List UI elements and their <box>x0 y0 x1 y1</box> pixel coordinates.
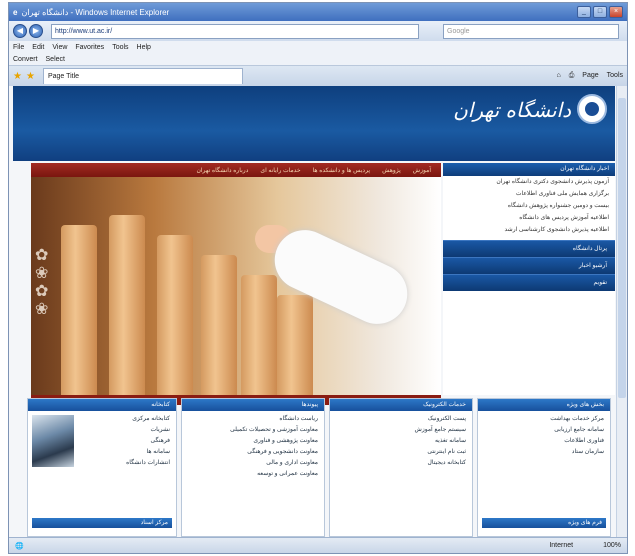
url-field[interactable]: http://www.ut.ac.ir/ <box>51 23 419 39</box>
nav-item-computer[interactable]: خدمات رایانه ای <box>260 167 300 174</box>
website: دانشگاه تهران درباره دانشگاه تهران خدمات… <box>13 86 615 537</box>
list-item[interactable]: معاونت پژوهشی و فناوری <box>188 436 318 447</box>
close-button[interactable]: × <box>609 6 623 18</box>
minimize-button[interactable]: _ <box>577 6 591 18</box>
list-item[interactable]: معاونت دانشجویی و فرهنگی <box>188 447 318 458</box>
list-item[interactable]: فناوری اطلاعات <box>484 436 604 447</box>
globe-icon: 🌐 <box>15 542 24 550</box>
news-title: اخبار دانشگاه تهران <box>443 163 615 176</box>
university-name: دانشگاه تهران <box>453 98 571 122</box>
window-title: دانشگاه تهران - Windows Internet Explore… <box>21 7 170 17</box>
status-bar: 🌐 Internet 100% <box>9 537 627 553</box>
list-item[interactable]: نشریات <box>80 425 170 436</box>
forward-icon[interactable]: ▶ <box>29 24 43 38</box>
page-content: دانشگاه تهران درباره دانشگاه تهران خدمات… <box>9 86 627 537</box>
archive-link[interactable]: آرشیو اخبار <box>443 257 615 274</box>
maximize-button[interactable]: □ <box>593 6 607 18</box>
search-field[interactable]: Google <box>443 23 619 39</box>
news-item[interactable]: اطلاعیه آموزش پردیس های دانشگاه <box>449 214 609 222</box>
menu-bar: File Edit View Favorites Tools Help <box>9 41 627 53</box>
panel-links: پیوندها ریاست دانشگاه معاونت آموزشی و تح… <box>181 398 325 537</box>
menu-favorites[interactable]: Favorites <box>75 44 104 51</box>
title-bar: e دانشگاه تهران - Windows Internet Explo… <box>9 3 627 21</box>
favorites-star-icon[interactable]: ★ <box>13 71 22 82</box>
panel-list: ریاست دانشگاه معاونت آموزشی و تحصیلات تک… <box>182 411 324 483</box>
nav-item-research[interactable]: پژوهش <box>382 167 401 174</box>
list-item[interactable]: معاونت آموزشی و تحصیلات تکمیلی <box>188 425 318 436</box>
list-item[interactable]: سامانه جامع ارزیابی <box>484 425 604 436</box>
list-item[interactable]: سیستم جامع آموزش <box>336 425 466 436</box>
calendar-link[interactable]: تقویم <box>443 274 615 291</box>
menu-view[interactable]: View <box>52 44 67 51</box>
menu-file[interactable]: File <box>13 44 24 51</box>
list-item[interactable]: معاونت عمرانی و توسعه <box>188 469 318 480</box>
list-item[interactable]: سازمان ستاد <box>484 447 604 458</box>
panel-title: پیوندها <box>182 399 324 411</box>
list-item[interactable]: انتشارات دانشگاه <box>80 458 170 469</box>
news-column: اخبار دانشگاه تهران آزمون پذیرش دانشجوی … <box>443 163 615 395</box>
tab-label: Page Title <box>47 73 80 80</box>
main-nav: درباره دانشگاه تهران خدمات رایانه ای پرد… <box>31 163 441 177</box>
zoom-level[interactable]: 100% <box>603 542 621 549</box>
command-bar: ⌂ ⎙ Page Tools <box>548 72 623 80</box>
panel-footer-link[interactable]: فرم های ویژه <box>482 518 606 528</box>
panel-library: کتابخانه کتابخانه مرکزی نشریات فرهنگی سا… <box>27 398 177 537</box>
decorative-ornament-icon: ✿ ❀ ✿ ❀ <box>35 247 49 318</box>
tab-bar: ★ ★ Page Title ⌂ ⎙ Page Tools <box>9 66 627 87</box>
university-logo-icon[interactable] <box>577 94 607 124</box>
news-item[interactable]: بیست و دومین جشنواره پژوهش دانشگاه <box>449 202 609 210</box>
add-favorite-icon[interactable]: ★ <box>26 71 35 82</box>
panel-eservices: خدمات الکترونیک پست الکترونیک سیستم جامع… <box>329 398 473 537</box>
browser-window: e دانشگاه تهران - Windows Internet Explo… <box>8 2 628 554</box>
back-icon[interactable]: ◀ <box>13 24 27 38</box>
news-item[interactable]: آزمون پذیرش دانشجوی دکتری دانشگاه تهران <box>449 178 609 186</box>
tab-current[interactable]: Page Title <box>42 68 243 84</box>
list-item[interactable]: فرهنگی <box>80 436 170 447</box>
panel-title: کتابخانه <box>28 399 176 411</box>
list-item[interactable]: کتابخانه دیجیتال <box>336 458 466 469</box>
site-header: دانشگاه تهران <box>13 86 615 161</box>
panel-special: بخش های ویژه مرکز خدمات بهداشت سامانه جا… <box>477 398 611 537</box>
menu-tools[interactable]: Tools <box>112 44 128 51</box>
links-bar: Convert Select <box>9 53 627 66</box>
list-item[interactable]: کتابخانه مرکزی <box>80 414 170 425</box>
address-bar: ◀ ▶ http://www.ut.ac.ir/ Google <box>9 21 627 41</box>
bottom-panels: کتابخانه کتابخانه مرکزی نشریات فرهنگی سا… <box>27 398 615 537</box>
list-item[interactable]: مرکز خدمات بهداشت <box>484 414 604 425</box>
select-button[interactable]: Select <box>46 56 65 63</box>
print-icon[interactable]: ⎙ <box>569 72 575 80</box>
url-text: http://www.ut.ac.ir/ <box>55 27 113 35</box>
nav-item-about[interactable]: درباره دانشگاه تهران <box>196 167 248 174</box>
vertical-scrollbar[interactable] <box>616 86 627 537</box>
home-icon[interactable]: ⌂ <box>556 72 560 80</box>
list-item[interactable]: ریاست دانشگاه <box>188 414 318 425</box>
books-image <box>32 415 74 467</box>
search-placeholder: Google <box>447 27 470 35</box>
convert-button[interactable]: Convert <box>13 56 38 63</box>
panel-title: خدمات الکترونیک <box>330 399 472 411</box>
list-item[interactable]: سامانه ها <box>80 447 170 458</box>
menu-edit[interactable]: Edit <box>32 44 44 51</box>
tools-menu[interactable]: Tools <box>607 72 623 80</box>
list-item[interactable]: ثبت نام اینترنتی <box>336 447 466 458</box>
panel-footer-link[interactable]: مرکز اسناد <box>32 518 172 528</box>
panel-title: بخش های ویژه <box>478 399 610 411</box>
list-item[interactable]: معاونت اداری و مالی <box>188 458 318 469</box>
security-zone: Internet <box>549 542 574 549</box>
list-item[interactable]: پست الکترونیک <box>336 414 466 425</box>
hero-image: ✿ ❀ ✿ ❀ <box>31 177 441 395</box>
list-item[interactable]: سامانه تغذیه <box>336 436 466 447</box>
news-item[interactable]: اطلاعیه پذیرش دانشجوی کارشناسی ارشد <box>449 226 609 234</box>
panel-list: پست الکترونیک سیستم جامع آموزش سامانه تغ… <box>330 411 472 472</box>
page-menu[interactable]: Page <box>582 72 598 80</box>
news-list: آزمون پذیرش دانشجوی دکتری دانشگاه تهران … <box>443 176 615 240</box>
menu-help[interactable]: Help <box>137 44 151 51</box>
nav-item-faculties[interactable]: پردیس ها و دانشکده ها <box>313 167 371 174</box>
nav-item-education[interactable]: آموزش <box>413 167 431 174</box>
portal-link[interactable]: پرتال دانشگاه <box>443 240 615 257</box>
panel-list: مرکز خدمات بهداشت سامانه جامع ارزیابی فن… <box>478 411 610 461</box>
news-item[interactable]: برگزاری همایش ملی فناوری اطلاعات <box>449 190 609 198</box>
ie-logo-icon: e <box>13 7 18 17</box>
